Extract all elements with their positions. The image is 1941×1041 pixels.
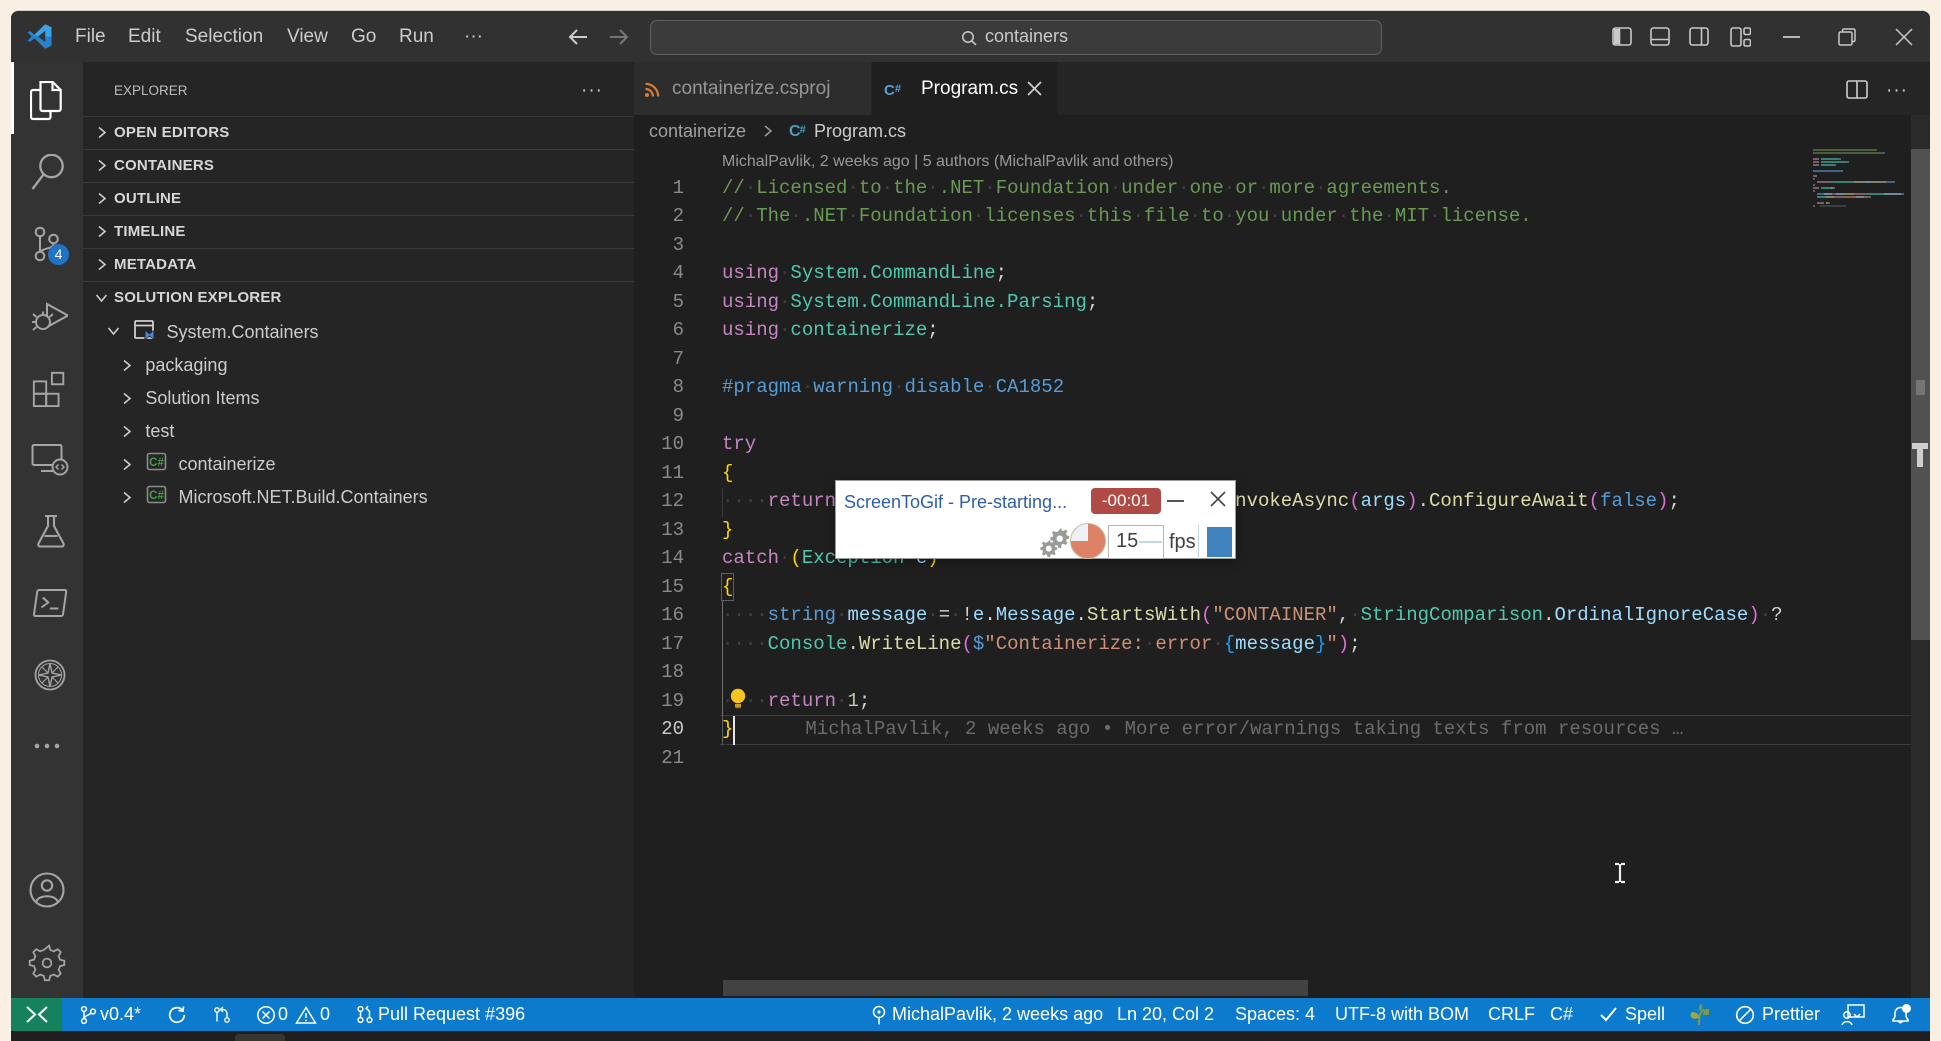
svg-text:C#: C# — [149, 490, 164, 502]
svg-text:C#: C# — [149, 457, 164, 469]
